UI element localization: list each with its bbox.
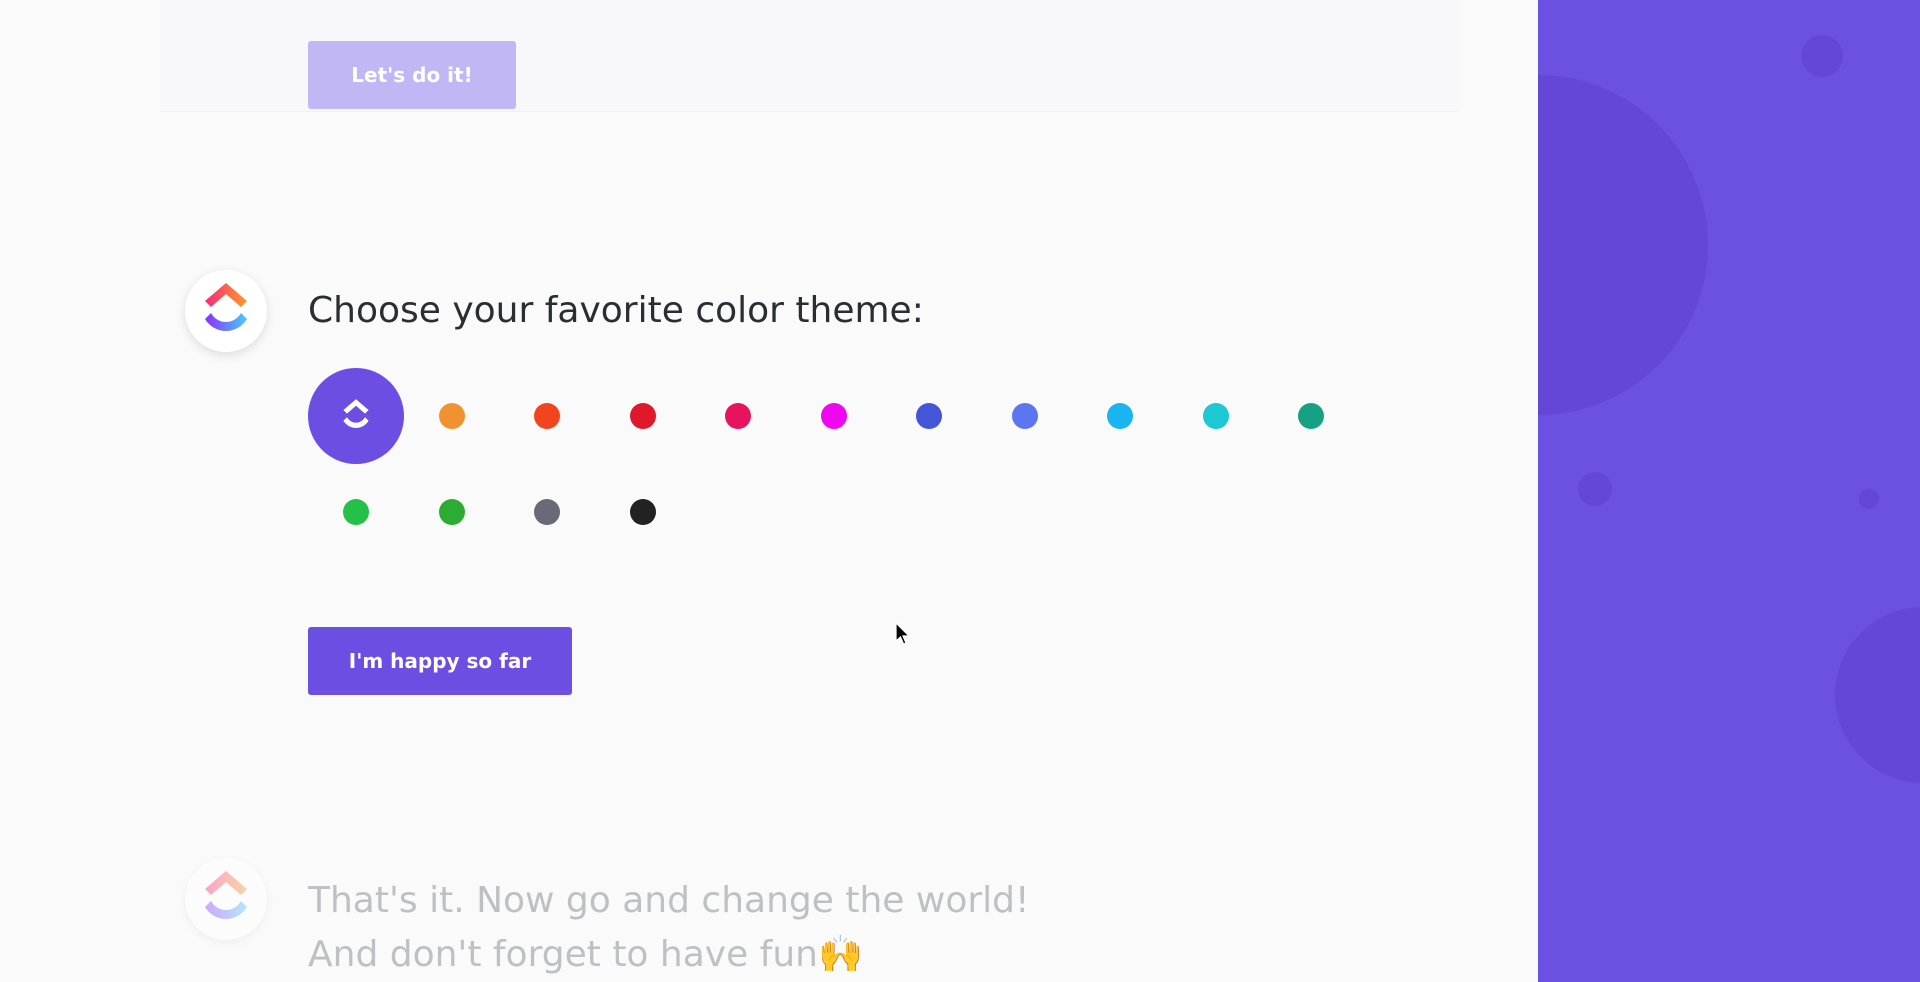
raised-hands-emoji: 🙌 [817,934,863,975]
happy-so-far-button[interactable]: I'm happy so far [308,627,572,695]
theme-heading: Choose your favorite color theme: [308,290,924,331]
clickup-logo-badge [185,270,267,352]
theme-swatch-red-orange[interactable] [534,403,560,429]
theme-swatch-green[interactable] [343,498,369,525]
theme-swatch-black[interactable] [629,498,656,525]
clickup-logo-icon [205,871,247,919]
onboarding-main: Let's do it! Choose your favorite color … [0,0,1538,982]
theme-swatch-magenta[interactable] [820,403,847,429]
theme-swatch-crimson[interactable] [725,403,751,429]
theme-swatch-gray[interactable] [534,498,560,525]
theme-swatch-royal-blue[interactable] [916,403,942,429]
theme-swatch-teal[interactable] [1298,403,1324,429]
clickup-logo-icon [205,283,247,331]
theme-swatch-dark-green[interactable] [438,498,465,525]
clickup-logo-badge-faded [185,858,267,940]
theme-swatch-sky-blue[interactable] [1107,403,1133,429]
final-message-line-2: And don't forget to have fun🙌 [308,934,863,975]
theme-swatch-cyan[interactable] [1202,403,1229,429]
decorative-circle [1538,75,1708,415]
theme-swatch-orange[interactable] [438,403,465,429]
lets-do-it-button[interactable]: Let's do it! [308,41,516,109]
decorative-circle [1835,607,1920,783]
clickup-logo-white-icon [343,399,369,428]
final-message: That's it. Now go and change the world! … [308,874,1029,982]
decorative-side-panel [1538,0,1920,982]
final-message-line-1: That's it. Now go and change the world! [308,880,1030,921]
theme-swatch-periwinkle[interactable] [1011,403,1038,429]
theme-swatch-red[interactable] [629,403,656,429]
decorative-circle [1859,489,1879,509]
theme-swatch-purple-selected[interactable] [308,368,404,464]
decorative-circle [1801,35,1843,77]
decorative-circle [1578,472,1612,506]
mouse-cursor-icon [895,622,911,645]
